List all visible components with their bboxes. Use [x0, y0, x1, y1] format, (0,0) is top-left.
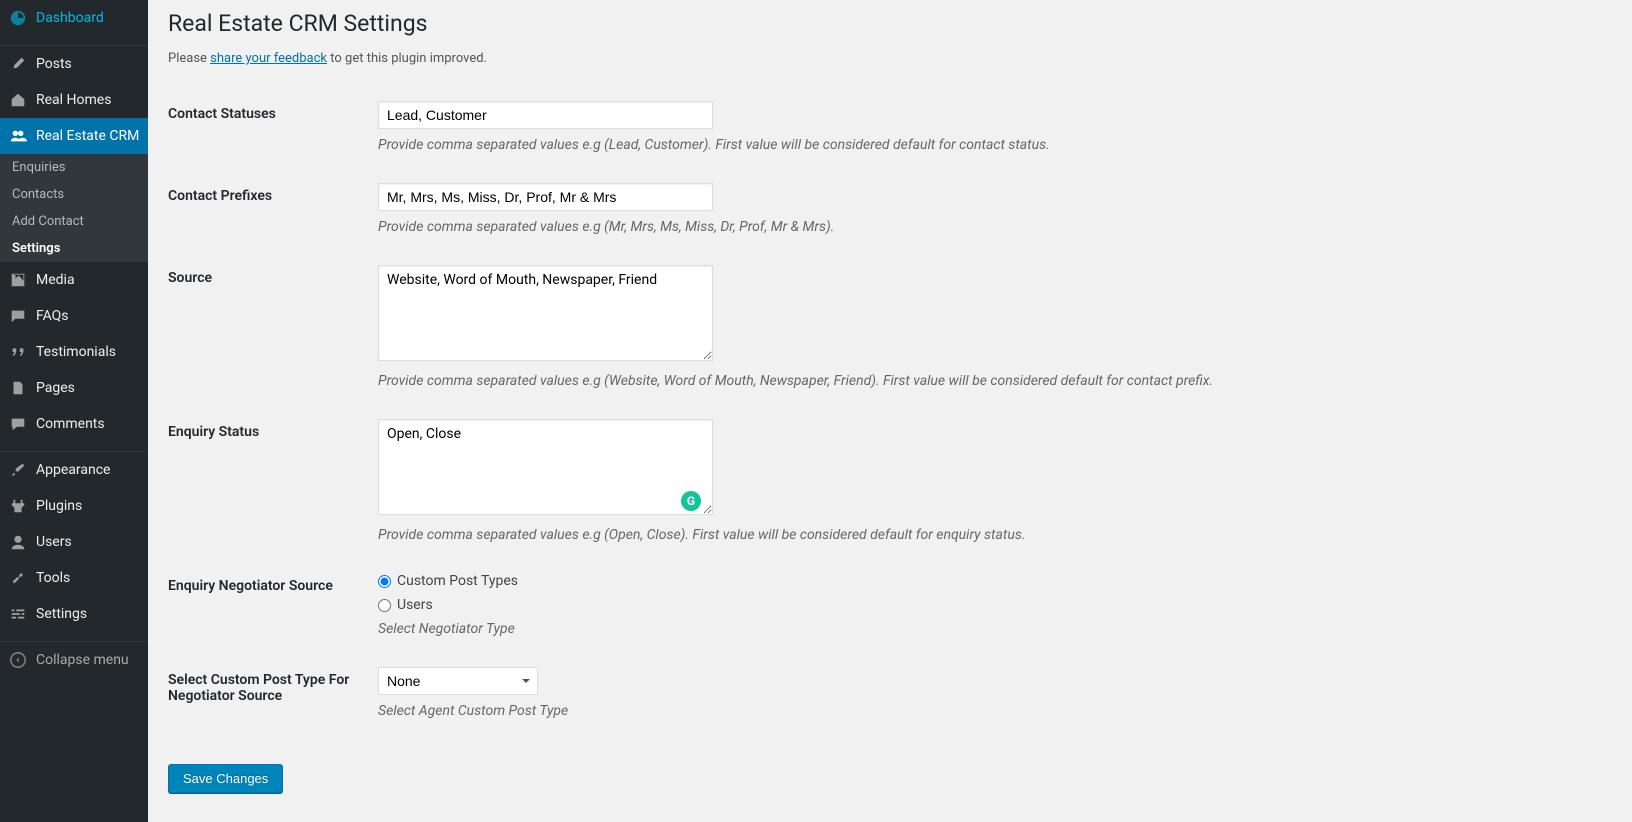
media-icon — [8, 270, 28, 290]
sidebar-item-real-estate-crm[interactable]: Real Estate CRM — [0, 118, 148, 154]
sidebar-item-label: Real Homes — [36, 92, 111, 108]
sliders-icon — [8, 604, 28, 624]
comment-icon — [8, 414, 28, 434]
sidebar-item-plugins[interactable]: Plugins — [0, 488, 148, 524]
sidebar-item-label: Testimonials — [36, 344, 116, 360]
page-icon — [8, 378, 28, 398]
sidebar-item-comments[interactable]: Comments — [0, 406, 148, 442]
dashboard-icon — [8, 8, 28, 28]
submenu-item-add-contact[interactable]: Add Contact — [0, 208, 148, 235]
home-icon — [8, 90, 28, 110]
quote-icon — [8, 342, 28, 362]
enquiry-status-textarea[interactable] — [378, 419, 713, 515]
wrench-icon — [8, 568, 28, 588]
sidebar-item-label: Media — [36, 272, 75, 288]
custom-post-type-select[interactable]: None — [378, 667, 538, 695]
contact-prefixes-input[interactable] — [378, 183, 713, 211]
brush-icon — [8, 460, 28, 480]
pin-icon — [8, 54, 28, 74]
feedback-line: Please share your feedback to get this p… — [168, 51, 1612, 66]
sidebar-item-label: Collapse menu — [36, 652, 129, 668]
sidebar-item-label: Dashboard — [36, 10, 104, 26]
plug-icon — [8, 496, 28, 516]
sidebar-item-real-homes[interactable]: Real Homes — [0, 82, 148, 118]
enquiry-status-description: Provide comma separated values e.g (Open… — [378, 527, 1602, 543]
contact-statuses-label: Contact Statuses — [168, 86, 368, 168]
save-button[interactable]: Save Changes — [168, 764, 283, 793]
sidebar-item-tools[interactable]: Tools — [0, 560, 148, 596]
collapse-icon — [8, 650, 28, 670]
submenu-item-contacts[interactable]: Contacts — [0, 181, 148, 208]
contact-statuses-input[interactable] — [378, 101, 713, 129]
sidebar-item-dashboard[interactable]: Dashboard — [0, 0, 148, 36]
negotiator-source-description: Select Negotiator Type — [378, 621, 1602, 637]
enquiry-status-label: Enquiry Status — [168, 404, 368, 558]
contact-prefixes-label: Contact Prefixes — [168, 168, 368, 250]
sidebar-item-collapse[interactable]: Collapse menu — [0, 642, 148, 678]
sidebar-item-testimonials[interactable]: Testimonials — [0, 334, 148, 370]
sidebar-item-users[interactable]: Users — [0, 524, 148, 560]
grammarly-icon: G — [681, 491, 701, 511]
sidebar-item-label: FAQs — [36, 308, 69, 324]
radio-users[interactable]: Users — [378, 597, 1602, 613]
sidebar-item-label: Posts — [36, 56, 72, 72]
submenu-item-settings[interactable]: Settings — [0, 235, 148, 262]
sidebar-item-label: Tools — [36, 570, 70, 586]
submenu-item-enquiries[interactable]: Enquiries — [0, 154, 148, 181]
user-icon — [8, 532, 28, 552]
sidebar-item-faqs[interactable]: FAQs — [0, 298, 148, 334]
negotiator-source-label: Enquiry Negotiator Source — [168, 558, 368, 652]
custom-post-type-label: Select Custom Post Type For Negotiator S… — [168, 652, 368, 734]
source-description: Provide comma separated values e.g (Webs… — [378, 373, 1602, 389]
sidebar-item-label: Plugins — [36, 498, 82, 514]
source-label: Source — [168, 250, 368, 404]
main-content: Real Estate CRM Settings Please share yo… — [148, 0, 1632, 822]
sidebar-item-pages[interactable]: Pages — [0, 370, 148, 406]
sidebar-item-label: Appearance — [36, 462, 110, 478]
sidebar-item-media[interactable]: Media — [0, 262, 148, 298]
feedback-link[interactable]: share your feedback — [210, 51, 327, 66]
page-title: Real Estate CRM Settings — [168, 10, 1612, 37]
sidebar-item-settings[interactable]: Settings — [0, 596, 148, 632]
radio-custom-post-types[interactable]: Custom Post Types — [378, 573, 1602, 589]
chat-icon — [8, 306, 28, 326]
custom-post-type-description: Select Agent Custom Post Type — [378, 703, 1602, 719]
contact-statuses-description: Provide comma separated values e.g (Lead… — [378, 137, 1602, 153]
sidebar-item-posts[interactable]: Posts — [0, 46, 148, 82]
sidebar-item-label: Real Estate CRM — [36, 128, 139, 144]
contact-prefixes-description: Provide comma separated values e.g (Mr, … — [378, 219, 1602, 235]
radio-users-input[interactable] — [378, 599, 391, 612]
sidebar-submenu: Enquiries Contacts Add Contact Settings — [0, 154, 148, 262]
people-icon — [8, 126, 28, 146]
sidebar-item-label: Users — [36, 534, 72, 550]
radio-custom-post-types-input[interactable] — [378, 575, 391, 588]
sidebar-item-label: Pages — [36, 380, 75, 396]
admin-sidebar: Dashboard Posts Real Homes Real Estate C… — [0, 0, 148, 822]
sidebar-item-appearance[interactable]: Appearance — [0, 452, 148, 488]
sidebar-item-label: Comments — [36, 416, 105, 432]
source-textarea[interactable] — [378, 265, 713, 361]
sidebar-item-label: Settings — [36, 606, 87, 622]
